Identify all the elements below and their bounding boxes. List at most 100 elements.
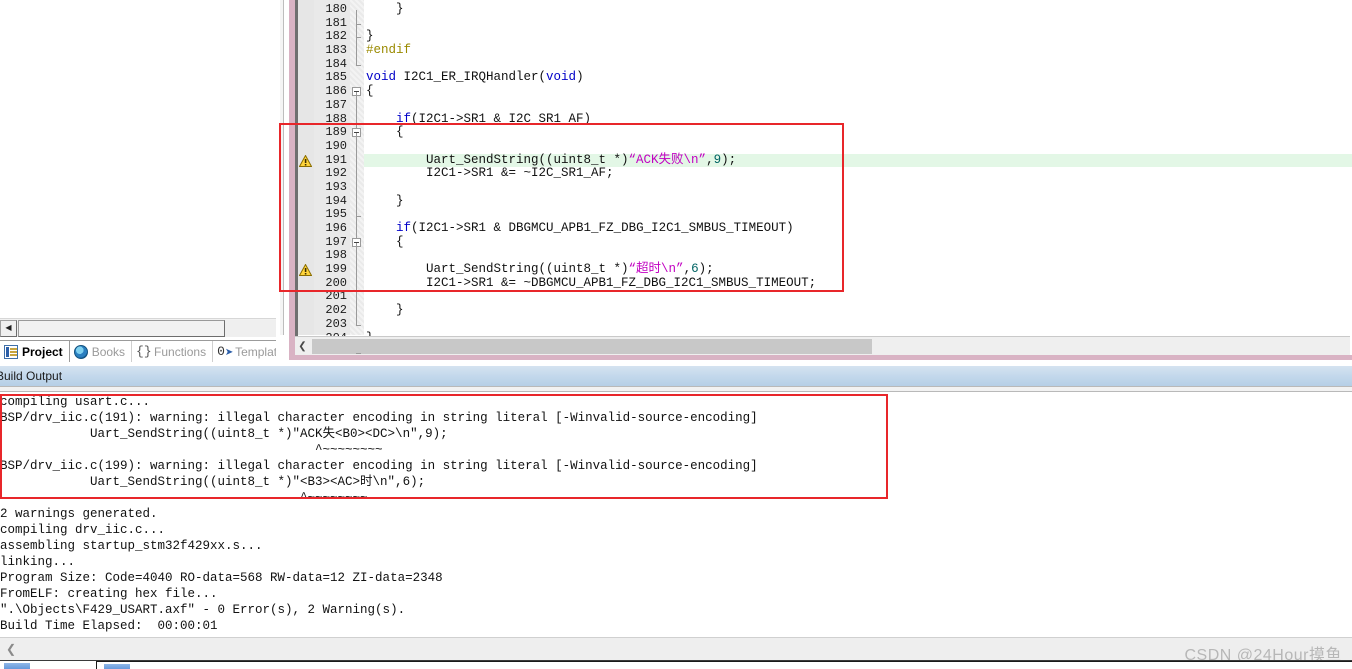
- line-number: 200: [325, 275, 347, 290]
- editor-scroll-thumb[interactable]: [312, 338, 872, 354]
- line-number: 196: [325, 221, 347, 235]
- build-output-line: ^~~~~~~~~: [0, 443, 383, 457]
- fold-tick: [356, 23, 361, 25]
- code-line[interactable]: {: [364, 84, 1352, 99]
- code-line[interactable]: }: [364, 303, 1352, 318]
- editor-horizontal-scrollbar[interactable]: ❮: [295, 336, 1350, 355]
- taskbar-item-1[interactable]: [4, 663, 30, 669]
- editor-splitter[interactable]: [280, 0, 284, 335]
- warning-triangle-icon[interactable]: [299, 264, 312, 277]
- build-output-line: assembling startup_stm32f429xx.s...: [0, 539, 263, 553]
- keil-ide-screenshot: ◀ ▶ Project Books {} Functions 0➤ Templa…: [0, 0, 1352, 669]
- functions-icon: {}: [136, 343, 152, 359]
- project-icon: [4, 344, 18, 359]
- line-number: 184: [325, 56, 347, 71]
- line-number: 201: [325, 289, 347, 304]
- build-output-line: Program Size: Code=4040 RO-data=568 RW-d…: [0, 571, 443, 585]
- fold-guide: [356, 242, 357, 312]
- build-output-line: compiling drv_iic.c...: [0, 523, 166, 537]
- code-line[interactable]: }: [364, 30, 1352, 44]
- build-output-log[interactable]: compiling usart.c... BSP/drv_iic.c(191): …: [0, 392, 1352, 637]
- tab-functions-label: Functions: [154, 344, 207, 359]
- project-pane: [0, 0, 276, 315]
- editor-line-number-gutter: 180 181 182 183 184 185 186 187 188 189 190 191 192 1…: [314, 0, 350, 358]
- line-number: 191: [325, 152, 347, 167]
- code-line[interactable]: [364, 249, 1352, 263]
- code-line[interactable]: [364, 58, 1352, 72]
- build-output-title: Build Output: [0, 369, 63, 383]
- build-output-line: ".\Objects\F429_USART.axf" - 0 Error(s),…: [0, 603, 406, 617]
- line-number: 180: [325, 2, 347, 16]
- build-output-line: ^~~~~~~~~: [0, 491, 368, 505]
- tab-project-label: Project: [22, 344, 63, 359]
- tab-books[interactable]: Books: [70, 341, 133, 362]
- code-line[interactable]: [364, 181, 1352, 195]
- code-line[interactable]: [364, 318, 1352, 332]
- code-line[interactable]: if(I2C1->SR1 & I2C_SR1_AF): [364, 112, 1352, 127]
- editor-code-area[interactable]: } } #endif void I2C1_ER_IRQHandler(void){…: [364, 0, 1352, 344]
- tab-project[interactable]: Project: [0, 341, 70, 362]
- line-number: 203: [325, 316, 347, 331]
- fold-tick: [356, 64, 361, 66]
- line-number: 195: [325, 207, 347, 222]
- build-output-header[interactable]: Build Output: [0, 366, 1352, 386]
- code-line[interactable]: [364, 208, 1352, 222]
- code-line[interactable]: I2C1->SR1 &= ~DBGMCU_APB1_FZ_DBG_I2C1_SM…: [364, 276, 1352, 291]
- build-output-scroll-left-arrow-icon[interactable]: ❮: [6, 642, 16, 656]
- code-line[interactable]: I2C1->SR1 &= ~I2C_SR1_AF;: [364, 167, 1352, 181]
- code-line[interactable]: }: [364, 2, 1352, 17]
- code-line[interactable]: Uart_SendString((uint8_t *)“超时\n”,6);: [364, 262, 1352, 277]
- scroll-left-arrow-icon[interactable]: ◀: [0, 319, 17, 337]
- tab-functions[interactable]: {} Functions: [132, 341, 214, 362]
- build-output-horizontal-scrollbar[interactable]: ❮: [0, 637, 1352, 660]
- windows-taskbar: [0, 660, 1352, 669]
- code-line[interactable]: [364, 140, 1352, 154]
- code-line[interactable]: #endif: [364, 43, 1352, 58]
- project-pane-tabstrip: Project Books {} Functions 0➤ Templates: [0, 340, 297, 362]
- project-scroll-track[interactable]: [17, 319, 279, 337]
- code-editor-pane: 180 181 182 183 184 185 186 187 188 189 190 191 192 1…: [276, 0, 1352, 362]
- taskbar-item-2[interactable]: [104, 664, 130, 669]
- line-number: 181: [325, 15, 347, 30]
- editor-scroll-left-arrow-icon[interactable]: ❮: [295, 337, 310, 355]
- line-number: 183: [325, 43, 347, 58]
- line-number: 185: [325, 70, 347, 85]
- line-number: 193: [325, 179, 347, 194]
- fold-tick: [356, 37, 361, 39]
- build-output-line: FromELF: creating hex file...: [0, 587, 218, 601]
- line-number: 186: [325, 84, 347, 99]
- code-line[interactable]: {: [364, 235, 1352, 250]
- code-line[interactable]: {: [364, 125, 1352, 140]
- code-line[interactable]: [364, 99, 1352, 113]
- editor-warning-margin[interactable]: [298, 0, 314, 335]
- line-number: 199: [325, 262, 347, 277]
- taskbar-window-frame: [96, 661, 1352, 669]
- code-line[interactable]: if(I2C1->SR1 & DBGMCU_APB1_FZ_DBG_I2C1_S…: [364, 221, 1352, 236]
- build-output-line: Uart_SendString((uint8_t *)"ACK失<B0><DC>…: [0, 427, 448, 441]
- build-output-line: BSP/drv_iic.c(191): warning: illegal cha…: [0, 411, 758, 425]
- books-icon: [73, 344, 88, 359]
- tab-books-label: Books: [91, 344, 126, 359]
- line-number: 194: [325, 193, 347, 208]
- line-number: 192: [325, 166, 347, 181]
- editor-bottom-accent: [289, 355, 1352, 360]
- line-number: 198: [325, 248, 347, 263]
- build-output-line: BSP/drv_iic.c(199): warning: illegal cha…: [0, 459, 758, 473]
- code-line[interactable]: [364, 290, 1352, 304]
- editor-fold-column[interactable]: [350, 0, 364, 335]
- line-number: 187: [325, 97, 347, 112]
- line-number: 188: [325, 111, 347, 126]
- build-output-line: Uart_SendString((uint8_t *)"<B3><AC>时\n"…: [0, 475, 426, 489]
- fold-tick: [356, 215, 361, 217]
- warning-triangle-icon[interactable]: [299, 154, 312, 167]
- project-scroll-thumb[interactable]: [18, 319, 225, 337]
- code-line[interactable]: [364, 17, 1352, 31]
- code-line[interactable]: void I2C1_ER_IRQHandler(void): [364, 71, 1352, 85]
- line-number: 202: [325, 303, 347, 318]
- build-output-line: linking...: [0, 555, 76, 569]
- line-number: 182: [325, 29, 347, 44]
- fold-guide: [356, 133, 357, 216]
- project-pane-horizontal-scrollbar[interactable]: ◀ ▶: [0, 318, 296, 337]
- code-line[interactable]: Uart_SendString((uint8_t *)“ACK失败\n”,9);: [364, 153, 1352, 168]
- code-line[interactable]: }: [364, 194, 1352, 209]
